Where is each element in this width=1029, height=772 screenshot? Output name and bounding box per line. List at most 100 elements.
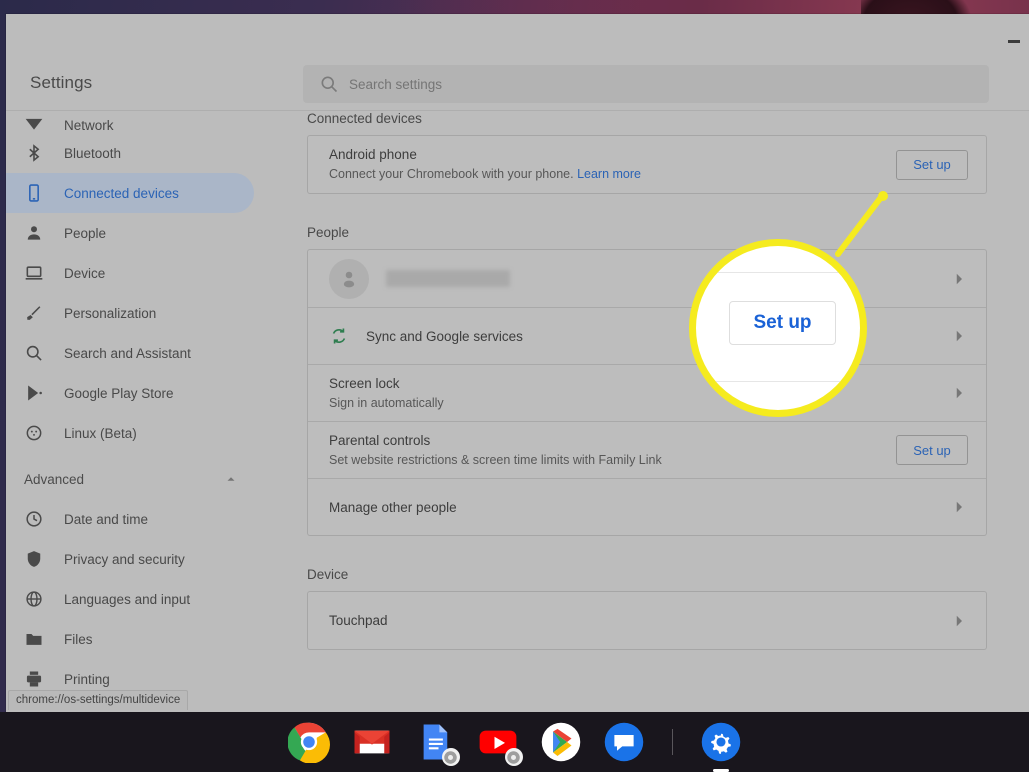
sidebar-advanced-toggle[interactable]: Advanced	[6, 459, 268, 499]
advanced-label: Advanced	[24, 471, 85, 487]
shelf-divider	[671, 729, 673, 755]
phone-icon	[24, 183, 44, 203]
magnifier-callout: Set up	[689, 239, 867, 417]
brush-icon	[24, 303, 44, 323]
search-input[interactable]	[349, 76, 989, 92]
sidebar-item-connected-devices[interactable]: Connected devices	[6, 173, 254, 213]
device-card: Touchpad	[307, 591, 987, 650]
chromeos-shelf	[0, 712, 1029, 772]
learn-more-link[interactable]: Learn more	[577, 167, 641, 181]
sidebar-item-network[interactable]: Network	[6, 111, 254, 133]
chevron-right-icon[interactable]	[950, 384, 968, 402]
settings-gear-icon[interactable]	[700, 721, 742, 772]
sidebar-item-languages-and-input[interactable]: Languages and input	[6, 579, 254, 619]
screen-lock-row[interactable]: Screen lock Sign in automatically	[308, 364, 986, 421]
sidebar-item-label: Network	[64, 118, 114, 133]
chrome-extension-badge-icon	[504, 748, 523, 766]
chevron-right-icon[interactable]	[950, 612, 968, 630]
sync-and-google-services-row[interactable]: Sync and Google services	[308, 307, 986, 364]
sidebar-item-files[interactable]: Files	[6, 619, 254, 659]
touchpad-row[interactable]: Touchpad	[308, 592, 986, 649]
minimize-button[interactable]	[1007, 34, 1021, 48]
chrome-extension-badge-icon	[441, 748, 460, 766]
sidebar-item-label: Linux (Beta)	[64, 425, 137, 441]
chevron-right-icon[interactable]	[950, 327, 968, 345]
parental-controls-subtitle: Set website restrictions & screen time l…	[329, 452, 662, 467]
screen: Settings Network	[0, 0, 1029, 772]
account-row[interactable]	[308, 250, 986, 307]
sidebar-item-search-assistant[interactable]: Search and Assistant	[6, 333, 254, 373]
sidebar-item-label: Bluetooth	[64, 145, 122, 161]
magnified-set-up-button[interactable]: Set up	[729, 301, 836, 345]
sidebar-item-label: Printing	[64, 671, 110, 687]
sidebar-item-google-play-store[interactable]: Google Play Store	[6, 373, 254, 413]
redacted-name-block	[386, 270, 510, 287]
magnifier-content: Set up	[696, 246, 860, 410]
chrome-icon[interactable]	[286, 721, 330, 764]
parental-controls-title: Parental controls	[329, 432, 431, 448]
sidebar-item-people[interactable]: People	[6, 213, 254, 253]
linux-penguin-icon	[24, 423, 44, 443]
person-icon	[24, 223, 44, 243]
sidebar-item-bluetooth[interactable]: Bluetooth	[6, 133, 254, 173]
settings-window: Settings Network	[6, 14, 1029, 712]
manage-other-people-row[interactable]: Manage other people	[308, 478, 986, 535]
network-icon	[24, 113, 44, 133]
magnified-divider-top	[696, 272, 860, 273]
sidebar-item-personalization[interactable]: Personalization	[6, 293, 254, 333]
chevron-right-icon[interactable]	[950, 270, 968, 288]
parental-controls-set-up-button[interactable]: Set up	[896, 435, 968, 465]
sidebar-item-label: Connected devices	[64, 185, 179, 201]
settings-sidebar: Network Bluetooth Connected devices Peop…	[6, 111, 268, 712]
sidebar-item-date-and-time[interactable]: Date and time	[6, 499, 254, 539]
sidebar-item-label: Files	[64, 631, 93, 647]
sidebar-item-label: Device	[64, 265, 106, 281]
android-phone-title: Android phone	[329, 147, 417, 162]
sidebar-item-privacy-and-security[interactable]: Privacy and security	[6, 539, 254, 579]
connected-devices-card: Android phone Connect your Chromebook wi…	[307, 135, 987, 194]
sidebar-item-label: Google Play Store	[64, 385, 174, 401]
gmail-icon[interactable]	[351, 721, 393, 763]
sidebar-item-label: Search and Assistant	[64, 345, 191, 361]
bluetooth-icon	[24, 143, 44, 163]
page-title: Settings	[30, 73, 93, 92]
play-store-icon[interactable]	[540, 721, 582, 763]
search-icon	[319, 74, 339, 94]
play-store-icon	[24, 383, 44, 403]
section-title-people: People	[307, 225, 350, 240]
android-phone-set-up-button[interactable]: Set up	[896, 149, 968, 180]
parental-controls-row[interactable]: Parental controls Set website restrictio…	[308, 421, 986, 478]
chevron-up-icon	[224, 472, 238, 486]
search-settings-bar[interactable]	[303, 65, 989, 103]
people-card: Sync and Google services Screen lock Sig…	[307, 249, 987, 536]
globe-icon	[24, 589, 44, 609]
android-phone-subtitle: Connect your Chromebook with your phone.…	[329, 167, 642, 181]
messages-icon[interactable]	[603, 721, 645, 763]
sidebar-item-label: Privacy and security	[64, 551, 185, 567]
account-name-redacted	[386, 270, 950, 287]
manage-other-people-label: Manage other people	[329, 499, 457, 515]
search-icon	[24, 343, 44, 363]
settings-content: Connected devices Android phone Connect …	[268, 111, 1029, 712]
sidebar-item-label: People	[64, 225, 107, 241]
folder-icon	[24, 629, 44, 649]
section-title-device: Device	[307, 567, 349, 582]
avatar	[329, 258, 369, 299]
shield-icon	[24, 549, 44, 569]
touchpad-label: Touchpad	[329, 613, 388, 628]
clock-icon	[24, 509, 44, 529]
status-bar-url: chrome://os-settings/multidevice	[8, 690, 189, 710]
sidebar-item-linux-beta[interactable]: Linux (Beta)	[6, 413, 254, 453]
youtube-icon[interactable]	[477, 721, 523, 766]
magnified-divider-bottom	[696, 381, 860, 382]
android-phone-row[interactable]: Android phone Connect your Chromebook wi…	[308, 136, 986, 193]
google-docs-icon[interactable]	[414, 721, 460, 766]
chevron-right-icon[interactable]	[950, 498, 968, 516]
printer-icon	[24, 669, 44, 689]
laptop-icon	[24, 263, 44, 283]
section-title-connected-devices: Connected devices	[307, 111, 422, 126]
shelf-items	[286, 721, 742, 772]
sync-icon	[329, 326, 349, 346]
sidebar-item-device[interactable]: Device	[6, 253, 254, 293]
